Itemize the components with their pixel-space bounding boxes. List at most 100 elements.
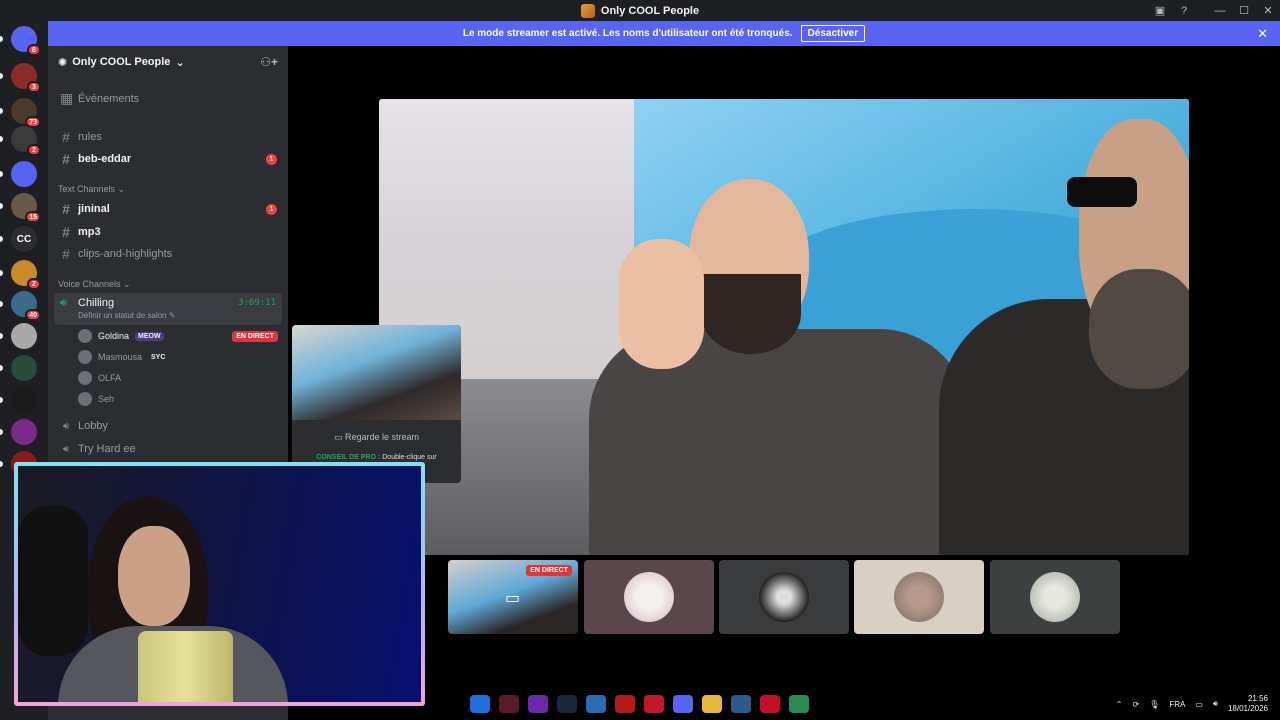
- folder-icon[interactable]: [11, 161, 37, 187]
- voice-user[interactable]: Goldina MEOW EN DIRECT: [78, 327, 278, 345]
- events-label: Événements: [78, 92, 140, 105]
- server-name: Only COOL People: [72, 56, 171, 68]
- participant-tile[interactable]: [584, 560, 714, 634]
- voice-channel[interactable]: 🔊︎ Lobby: [56, 420, 280, 432]
- server-icon[interactable]: 2: [11, 126, 41, 156]
- voice-user[interactable]: Seh: [78, 390, 278, 408]
- voice-user-name: Seh: [98, 394, 115, 404]
- mention-badge: 1: [266, 153, 277, 165]
- voice-user[interactable]: OLFA: [78, 369, 278, 387]
- participant-tile[interactable]: [719, 560, 849, 634]
- voice-channels-category[interactable]: Voice Channels ⌄: [58, 279, 131, 290]
- server-icon[interactable]: [11, 387, 37, 413]
- volume-icon[interactable]: 🔊︎: [1213, 699, 1218, 709]
- sync-icon[interactable]: ⟳: [1132, 700, 1139, 709]
- unread-indicator: [0, 429, 3, 435]
- discord-icon[interactable]: [673, 695, 693, 713]
- notification-badge: 3: [27, 81, 41, 93]
- server-icon[interactable]: 2: [11, 260, 41, 290]
- discord-icon[interactable]: 8: [11, 26, 41, 56]
- server-icon[interactable]: [11, 419, 37, 445]
- webcam-overlay: [14, 462, 425, 706]
- watch-stream-button[interactable]: ▭ Regarde le stream: [292, 432, 461, 443]
- window-controls: ▣ ? — ☐ ✕: [1148, 0, 1280, 21]
- app-icon: [580, 3, 595, 18]
- unread-indicator: [0, 365, 3, 371]
- participant-tile[interactable]: [854, 560, 984, 634]
- live-badge: EN DIRECT: [232, 330, 278, 342]
- help-icon[interactable]: ?: [1172, 5, 1196, 17]
- events-item[interactable]: ▦ Événements: [56, 90, 280, 107]
- hash-icon: #: [62, 129, 70, 145]
- close-icon[interactable]: ✕: [1257, 26, 1268, 42]
- taskbar-app-icon[interactable]: [615, 695, 635, 713]
- monitor-icon[interactable]: ▭: [1195, 700, 1203, 709]
- speaker-icon[interactable]: 3: [11, 63, 41, 93]
- chevron-down-icon: ⌄: [175, 56, 185, 69]
- main-stream-video[interactable]: [379, 99, 1189, 555]
- close-button[interactable]: ✕: [1256, 4, 1280, 17]
- hash-icon: #: [62, 246, 70, 262]
- opera-icon[interactable]: [760, 695, 780, 713]
- participant-tile[interactable]: [990, 560, 1120, 634]
- speaker-icon: 🔊︎: [60, 297, 67, 309]
- window-title-text: Only COOL People: [600, 4, 700, 17]
- avatar: [78, 371, 92, 385]
- chevron-up-icon[interactable]: ⌃: [1116, 700, 1123, 709]
- add-user-icon[interactable]: ⚇+: [260, 55, 278, 69]
- voice-channel-name: Chilling: [78, 297, 115, 309]
- taskbar-app-icon[interactable]: [789, 695, 809, 713]
- server-icon[interactable]: 40: [11, 291, 41, 321]
- speaker-icon: 🔊︎: [62, 443, 70, 455]
- unread-indicator: [0, 333, 3, 339]
- voice-user-name: Masmousa: [98, 352, 143, 362]
- microphone-icon[interactable]: 🎙︎: [1149, 700, 1159, 709]
- server-icon[interactable]: CC: [11, 226, 37, 252]
- monitor-icon: ▭: [505, 590, 521, 607]
- avatar: [894, 572, 944, 622]
- server-icon[interactable]: [11, 355, 37, 381]
- clock[interactable]: 21:56 18/01/2026: [1228, 694, 1268, 715]
- taskbar-app-icon[interactable]: [586, 695, 606, 713]
- unread-indicator: [0, 73, 3, 79]
- voice-channel-timer: 3:69:11: [238, 298, 276, 308]
- avatar: [1030, 572, 1080, 622]
- voice-user[interactable]: Masmousa SYC: [78, 348, 278, 366]
- voice-channel-chilling[interactable]: 🔊︎ Chilling Définir un statut de salon ✎…: [54, 293, 282, 325]
- notice-text: Le mode streamer est activé. Les noms d'…: [462, 28, 793, 39]
- stream-thumbnail[interactable]: [292, 325, 461, 420]
- channel-rules[interactable]: # rules: [56, 129, 280, 145]
- notification-badge: 15: [25, 211, 41, 223]
- participant-tile-stream[interactable]: EN DIRECT ▭: [448, 560, 578, 634]
- start-icon[interactable]: [470, 695, 490, 713]
- inbox-icon[interactable]: ▣: [1148, 4, 1172, 17]
- steam-icon[interactable]: [557, 695, 577, 713]
- language-indicator[interactable]: FRA: [1169, 700, 1185, 709]
- streamer-mode-notice: Le mode streamer est activé. Les noms d'…: [48, 21, 1280, 46]
- unread-indicator: [0, 136, 3, 142]
- taskbar-app-icon[interactable]: [731, 695, 751, 713]
- hash-icon: #: [62, 224, 70, 240]
- unread-indicator: [0, 108, 3, 114]
- text-channels-category[interactable]: Text Channels ⌄: [58, 184, 125, 195]
- taskbar-app-icon[interactable]: [499, 695, 519, 713]
- channel-jininal[interactable]: # jininal 1: [56, 201, 280, 217]
- maximize-button[interactable]: ☐: [1232, 4, 1256, 17]
- stream-preview-card[interactable]: ▭ Regarde le stream CONSEIL DE PRO : Dou…: [292, 325, 461, 483]
- channel-name: rules: [78, 131, 102, 143]
- channel-beb-eddar[interactable]: # beb-eddar 1: [56, 151, 280, 167]
- taskbar-app-icon[interactable]: [528, 695, 548, 713]
- server-icon[interactable]: [11, 323, 37, 349]
- disable-streamer-mode-button[interactable]: Désactiver: [800, 25, 866, 42]
- voice-channel[interactable]: 🔊︎ Try Hard ee: [56, 443, 280, 455]
- hash-icon: #: [62, 151, 70, 167]
- channel-clips-and-highlights[interactable]: # clips-and-highlights: [56, 246, 280, 262]
- channel-mp3[interactable]: # mp3: [56, 224, 280, 240]
- voice-channel-status[interactable]: Définir un statut de salon ✎: [78, 311, 175, 320]
- folder-icon[interactable]: [702, 695, 722, 713]
- minimize-button[interactable]: —: [1208, 5, 1232, 17]
- server-header[interactable]: ✺ Only COOL People ⌄ ⚇+: [48, 46, 288, 78]
- server-icon[interactable]: 73: [11, 98, 41, 128]
- taskbar-app-icon[interactable]: [644, 695, 664, 713]
- server-icon[interactable]: 15: [11, 193, 41, 223]
